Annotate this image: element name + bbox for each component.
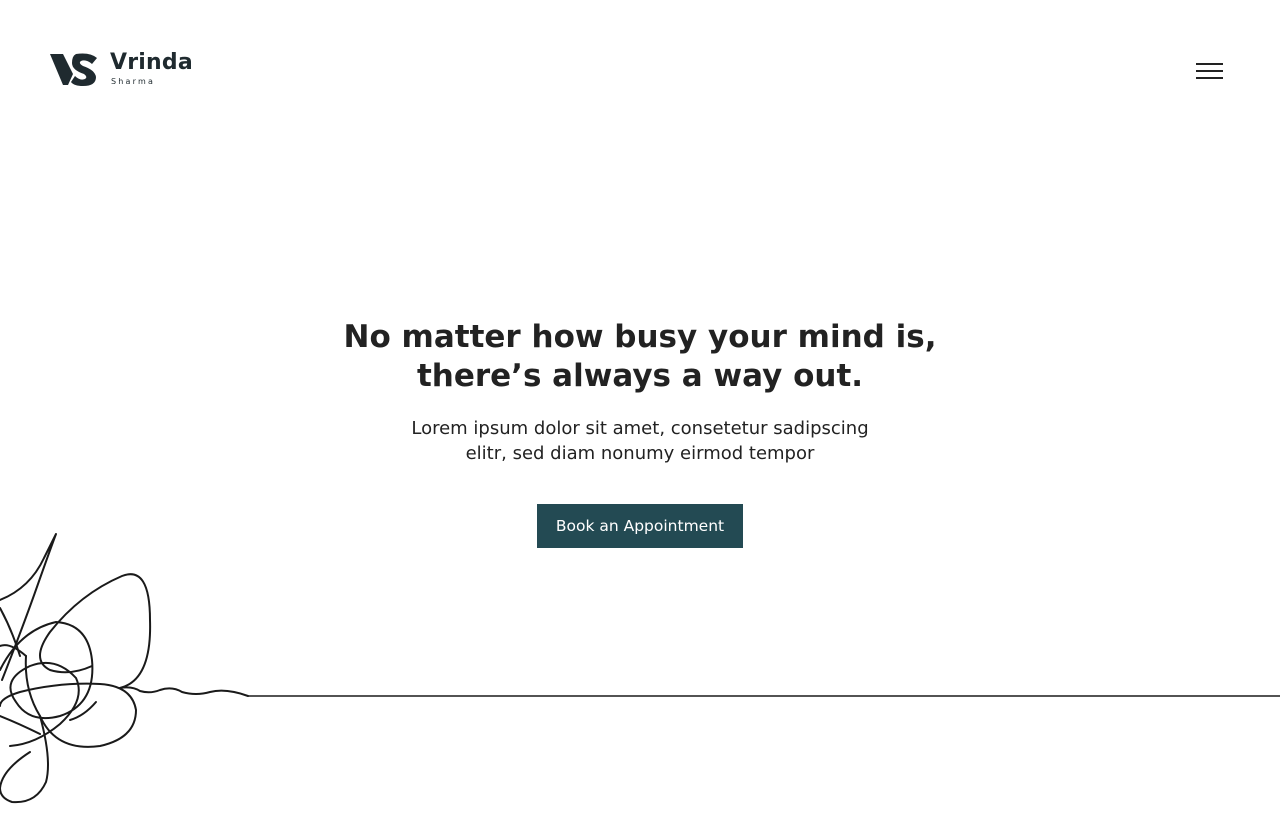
logo-text: Vrinda Sharma [110,52,193,86]
tangled-line-scribble [0,533,1280,804]
hero-subtitle-line-2: elitr, sed diam nonumy eirmod tempor [465,443,815,464]
hero-title-line-1: No matter how busy your mind is, [343,319,937,355]
logo-subname: Sharma [111,77,156,86]
hero-title-line-2: there’s always a way out. [416,358,864,394]
logo-name: Vrinda [110,50,193,75]
page: Vrinda Sharma No matter how busy your mi… [0,0,1280,829]
site-logo[interactable]: Vrinda Sharma [50,50,193,88]
hero-section: No matter how busy your mind is, there’s… [0,318,1280,548]
hero-subtitle: Lorem ipsum dolor sit amet, consetetur s… [380,416,900,466]
hero-subtitle-line-1: Lorem ipsum dolor sit amet, consetetur s… [411,418,869,439]
hamburger-menu-icon[interactable] [1190,56,1228,86]
hero-title: No matter how busy your mind is, there’s… [320,318,960,396]
vs-monogram-icon [50,53,97,86]
